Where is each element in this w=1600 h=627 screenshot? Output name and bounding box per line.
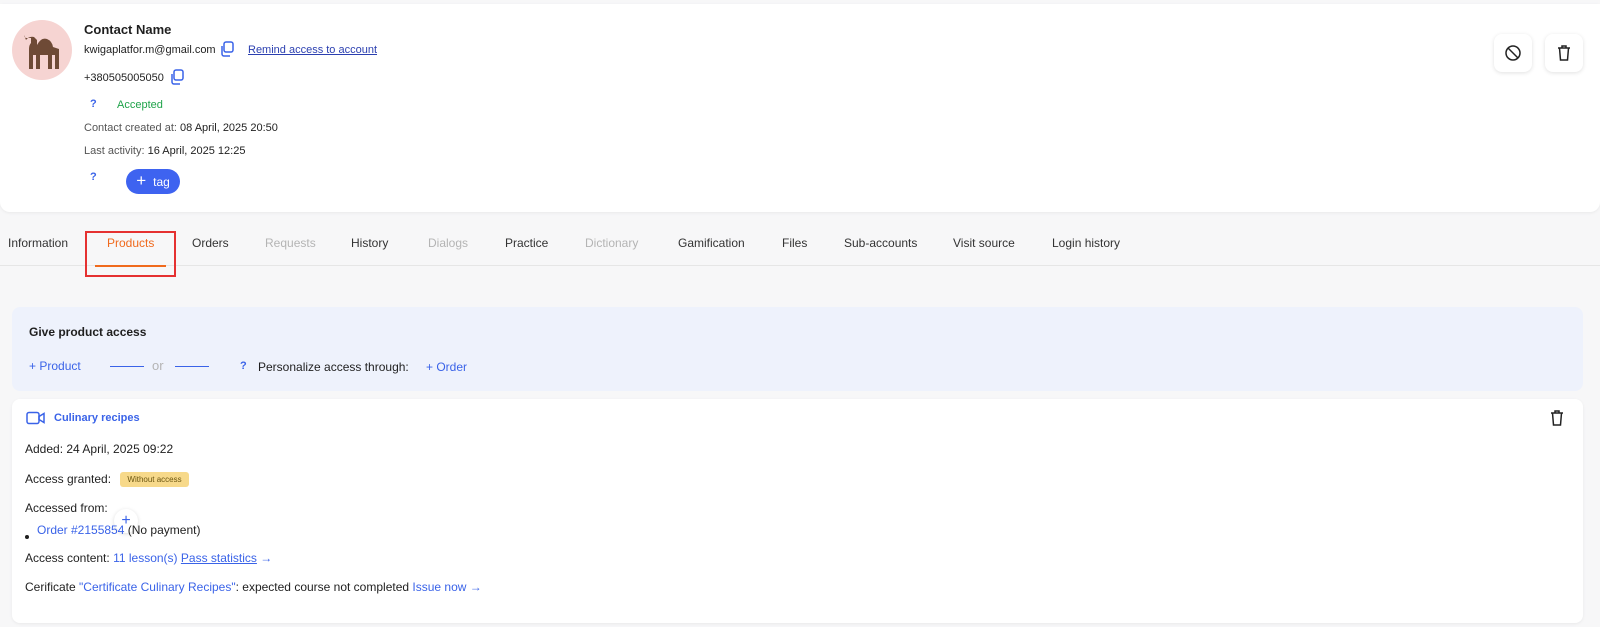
access-content-label: Access content: [25, 551, 110, 565]
created-at: Contact created at: 08 April, 2025 20:50 [84, 122, 278, 134]
copy-icon[interactable] [218, 40, 236, 58]
delete-contact-button[interactable] [1545, 34, 1583, 72]
or-label: or [152, 358, 164, 373]
tab-sub-accounts[interactable]: Sub-accounts [844, 236, 917, 250]
give-access-card [12, 307, 1583, 391]
tab-orders[interactable]: Orders [192, 236, 229, 250]
copy-icon[interactable] [168, 68, 186, 86]
order-note: (No payment) [127, 523, 201, 537]
tab-information[interactable]: Information [8, 236, 68, 250]
access-granted-label: Access granted: [25, 472, 112, 486]
bullet [25, 535, 29, 539]
tab-requests: Requests [265, 236, 316, 250]
avatar [12, 20, 72, 80]
activity-label: Last activity: [84, 145, 145, 157]
certificate-status: : expected course not completed [235, 580, 410, 594]
contact-name: Contact Name [84, 22, 172, 37]
created-value: 08 April, 2025 20:50 [180, 122, 278, 134]
highlight-box [85, 231, 176, 277]
camel-icon [24, 35, 59, 69]
personalize-label: Personalize access through: [258, 360, 409, 374]
certificate-row: Cerificate "Certificate Culinary Recipes… [25, 580, 482, 594]
add-product-link[interactable]: + Product [29, 359, 81, 373]
video-icon [26, 411, 45, 425]
created-label: Contact created at: [84, 122, 177, 134]
tab-gamification[interactable]: Gamification [678, 236, 745, 250]
block-contact-button[interactable] [1494, 34, 1532, 72]
tab-history[interactable]: History [351, 236, 388, 250]
activity-value: 16 April, 2025 12:25 [147, 145, 246, 157]
tab-files[interactable]: Files [782, 236, 807, 250]
plus-icon: + [136, 171, 147, 190]
order-row: Order #2155854 (No payment) [37, 523, 200, 537]
status-badge: Accepted [117, 99, 163, 111]
access-status-badge: Without access [120, 472, 189, 487]
status-help-icon[interactable]: ? [90, 98, 97, 110]
access-content-row: Access content: 11 lesson(s) Pass statis… [25, 551, 272, 565]
arrow-right-icon[interactable]: → [260, 551, 272, 565]
tag-help-icon[interactable]: ? [90, 171, 97, 183]
certificate-link[interactable]: "Certificate Culinary Recipes" [79, 580, 236, 594]
trash-icon[interactable] [1549, 409, 1565, 427]
lessons-link[interactable]: 11 lesson(s) [113, 551, 177, 565]
accessed-from-label: Accessed from: [25, 501, 108, 515]
pass-statistics-link[interactable]: Pass statistics [181, 551, 257, 565]
product-title-link[interactable]: Culinary recipes [54, 412, 140, 424]
last-activity: Last activity: 16 April, 2025 12:25 [84, 145, 245, 157]
personalize-help-icon[interactable]: ? [240, 360, 247, 372]
tabs-bar: Information Products Orders Requests His… [0, 228, 1600, 266]
certificate-prefix: Cerificate [25, 580, 76, 594]
contact-phone: +380505005050 [84, 72, 164, 84]
product-added: Added: 24 April, 2025 09:22 [25, 442, 174, 456]
contact-header-card [0, 4, 1600, 212]
add-order-link[interactable]: + Order [426, 360, 467, 374]
remind-access-link[interactable]: Remind access to account [248, 44, 377, 56]
tab-practice[interactable]: Practice [505, 236, 548, 250]
add-tag-label: tag [153, 174, 170, 189]
trash-icon [1558, 45, 1570, 61]
tab-login-history[interactable]: Login history [1052, 236, 1120, 250]
issue-now-link[interactable]: Issue now [412, 580, 466, 594]
block-icon [1505, 45, 1521, 61]
access-granted-row: Access granted: Without access [25, 472, 189, 487]
contact-email: kwigaplatfor.m@gmail.com [84, 44, 216, 56]
tab-visit-source[interactable]: Visit source [953, 236, 1015, 250]
arrow-right-icon[interactable]: → [470, 580, 482, 594]
tab-dialogs: Dialogs [428, 236, 469, 250]
divider-line [175, 366, 209, 367]
give-access-title: Give product access [29, 325, 147, 339]
order-link[interactable]: Order #2155854 [37, 523, 124, 537]
add-tag-button[interactable]: + tag [126, 169, 180, 194]
divider-line [110, 366, 144, 367]
tab-dictionary: Dictionary [585, 236, 639, 250]
